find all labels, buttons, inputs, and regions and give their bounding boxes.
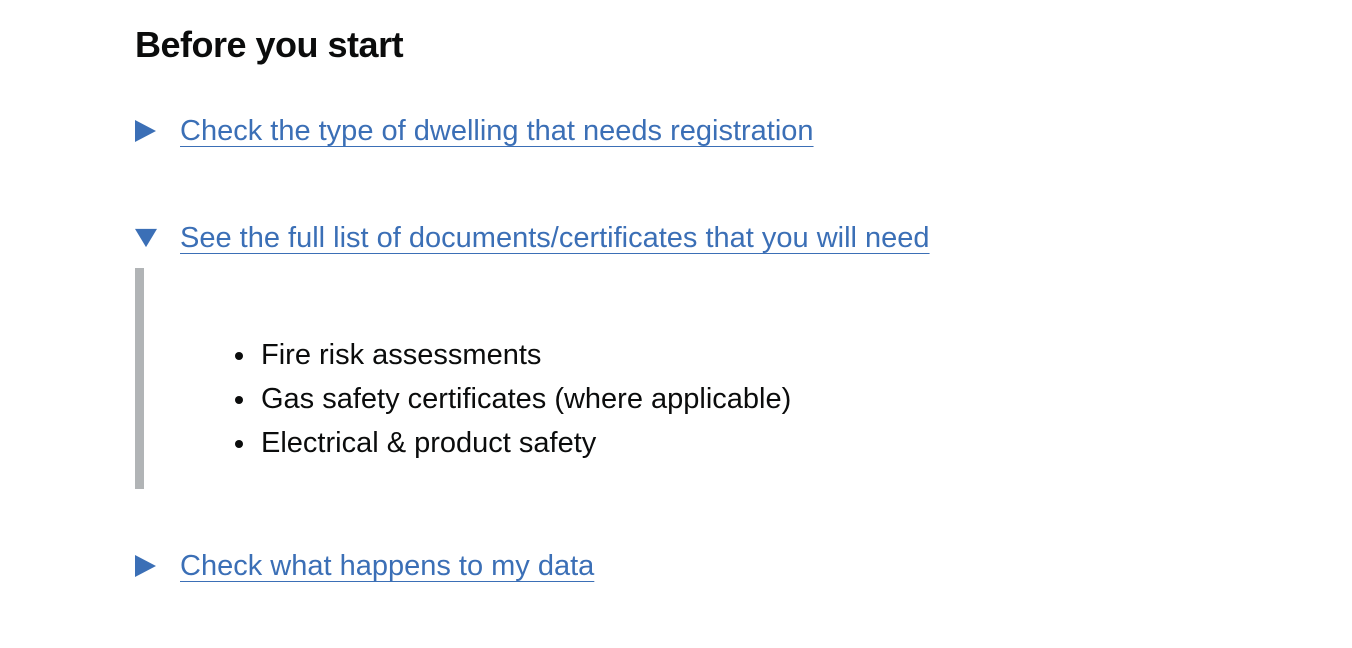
details-summary-link[interactable]: See the full list of documents/certifica…: [180, 218, 930, 258]
triangle-right-icon: [135, 119, 157, 143]
details-summary-link[interactable]: Check what happens to my data: [180, 546, 594, 586]
details-summary-link[interactable]: Check the type of dwelling that needs re…: [180, 111, 814, 151]
documents-list: Fire risk assessments Gas safety certifi…: [221, 333, 791, 465]
details-summary-data-usage[interactable]: Check what happens to my data: [135, 546, 594, 586]
list-item: Electrical & product safety: [234, 421, 791, 465]
details-content-documents: Fire risk assessments Gas safety certifi…: [135, 268, 1035, 489]
list-item: Gas safety certificates (where applicabl…: [234, 377, 791, 421]
details-summary-dwelling-type[interactable]: Check the type of dwelling that needs re…: [135, 111, 814, 151]
page-title: Before you start: [135, 24, 404, 65]
list-item: Fire risk assessments: [234, 333, 791, 377]
details-summary-documents[interactable]: See the full list of documents/certifica…: [135, 218, 930, 258]
triangle-right-icon: [135, 554, 157, 578]
triangle-down-icon: [135, 226, 157, 250]
